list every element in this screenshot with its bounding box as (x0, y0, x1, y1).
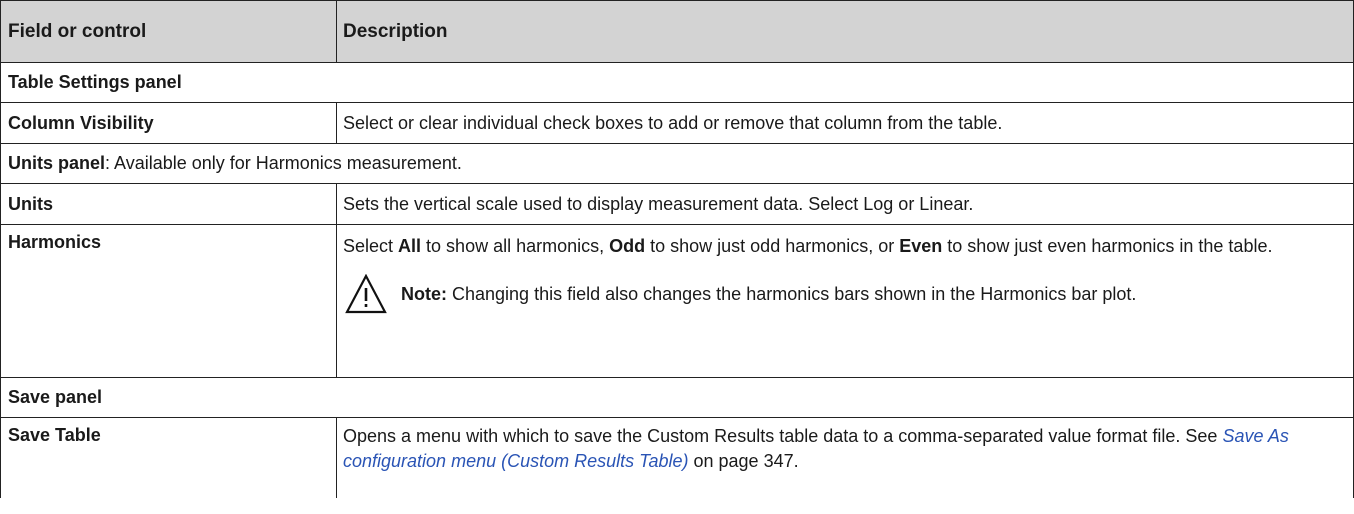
section-label: Units panel (8, 153, 106, 173)
option-even: Even (899, 236, 943, 256)
field-description: Sets the vertical scale used to display … (343, 193, 974, 214)
text-segment: Opens a menu with which to save the Cust… (343, 426, 1223, 446)
field-name: Column Visibility (1, 103, 337, 143)
field-description: Select All to show all harmonics, Odd to… (337, 225, 1353, 377)
section-title: Units panel: Available only for Harmonic… (1, 144, 1353, 183)
option-all: All (398, 236, 422, 256)
text-segment: Select (343, 236, 399, 256)
warning-triangle-icon (345, 274, 387, 314)
field-description: Select or clear individual check boxes t… (343, 112, 1003, 133)
section-title: Save panel (8, 387, 103, 407)
note-text: Note: Changing this field also changes t… (401, 280, 1136, 309)
text-segment: to show just odd harmonics, or (645, 236, 900, 256)
section-units-panel: Units panel: Available only for Harmonic… (1, 144, 1353, 184)
header-field-or-control: Field or control (1, 1, 337, 62)
text-segment: on page 347. (688, 451, 799, 471)
section-title: Table Settings panel (8, 72, 182, 92)
field-description-table: Field or control Description Table Setti… (0, 0, 1354, 498)
section-note: : Available only for Harmonics measureme… (105, 153, 462, 173)
section-table-settings: Table Settings panel (1, 63, 1353, 103)
text-segment: to show all harmonics, (421, 236, 610, 256)
field-description: Opens a menu with which to save the Cust… (337, 418, 1353, 498)
table-row-harmonics: Harmonics Select All to show all harmoni… (1, 225, 1353, 378)
field-name: Save Table (1, 418, 337, 498)
harmonics-description: Select All to show all harmonics, Odd to… (343, 232, 1343, 261)
text-segment: to show just even harmonics in the table… (942, 236, 1273, 256)
option-odd: Odd (609, 236, 646, 256)
table-row-save-table: Save Table Opens a menu with which to sa… (1, 418, 1353, 498)
field-name: Harmonics (1, 225, 337, 377)
table-row-column-visibility: Column Visibility Select or clear indivi… (1, 103, 1353, 144)
table-header: Field or control Description (1, 1, 1353, 63)
section-save-panel: Save panel (1, 378, 1353, 418)
note-callout: Note: Changing this field also changes t… (343, 274, 1343, 314)
header-description: Description (343, 20, 448, 42)
field-name: Units (1, 184, 337, 224)
table-row-units: Units Sets the vertical scale used to di… (1, 184, 1353, 225)
note-label: Note: (401, 283, 447, 304)
note-body: Changing this field also changes the har… (447, 283, 1137, 304)
